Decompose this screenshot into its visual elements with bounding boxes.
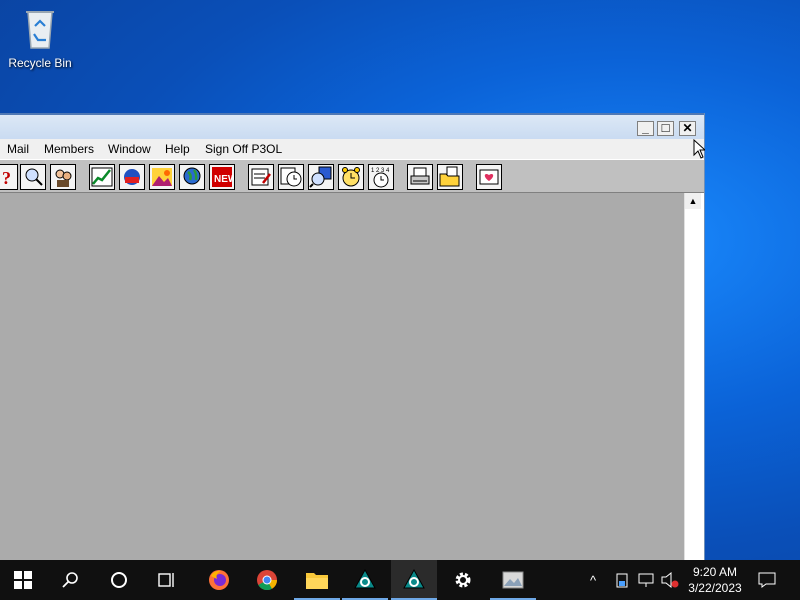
client-area bbox=[0, 193, 684, 560]
taskbar: ^ 9:20 AM 3/22/2023 bbox=[0, 560, 800, 600]
people-search-icon[interactable] bbox=[308, 164, 334, 190]
maximize-button[interactable]: □ bbox=[657, 121, 674, 136]
scroll-up-icon[interactable]: ▲ bbox=[685, 193, 701, 209]
menu-sign-off[interactable]: Sign Off P3OL bbox=[205, 142, 282, 156]
cortana-icon[interactable] bbox=[96, 560, 142, 600]
search-icon[interactable] bbox=[48, 560, 94, 600]
file-explorer-icon[interactable] bbox=[294, 560, 340, 600]
schedule-icon[interactable] bbox=[278, 164, 304, 190]
member-directory-icon[interactable] bbox=[50, 164, 76, 190]
volume-muted-icon[interactable] bbox=[660, 560, 680, 600]
title-bar[interactable]: _ □ ✕ bbox=[0, 113, 704, 141]
toolbar: ? NEW 1 2 3 4 bbox=[0, 159, 704, 193]
stock-chart-icon[interactable] bbox=[89, 164, 115, 190]
aol-icon[interactable] bbox=[342, 560, 388, 600]
mouse-cursor-icon bbox=[693, 138, 707, 164]
help-icon[interactable]: ? bbox=[0, 164, 18, 190]
recycle-bin-label: Recycle Bin bbox=[8, 56, 72, 70]
menu-bar: Mail Members Window Help Sign Off P3OL bbox=[0, 139, 704, 159]
start-icon[interactable] bbox=[0, 560, 46, 600]
vertical-scrollbar[interactable]: ▲ bbox=[684, 193, 701, 560]
clock-date: 3/22/2023 bbox=[688, 581, 742, 595]
aol-icon[interactable] bbox=[391, 560, 437, 600]
battery-icon[interactable] bbox=[615, 560, 629, 600]
task-view-icon[interactable] bbox=[144, 560, 190, 600]
recycle-bin-icon bbox=[20, 6, 60, 50]
print-icon[interactable] bbox=[407, 164, 433, 190]
stopwatch-icon[interactable]: 1 2 3 4 bbox=[368, 164, 394, 190]
picture-icon[interactable] bbox=[149, 164, 175, 190]
alarm-clock-icon[interactable] bbox=[338, 164, 364, 190]
settings-icon[interactable] bbox=[440, 560, 486, 600]
menu-window[interactable]: Window bbox=[108, 142, 151, 156]
firefox-icon[interactable] bbox=[196, 560, 242, 600]
chrome-icon[interactable] bbox=[244, 560, 290, 600]
network-icon[interactable] bbox=[637, 560, 655, 600]
clock-time: 9:20 AM bbox=[692, 565, 738, 579]
svg-text:NEW: NEW bbox=[214, 174, 234, 185]
find-icon[interactable] bbox=[20, 164, 46, 190]
aol-window: _ □ ✕ Mail Members Window Help Sign Off … bbox=[0, 113, 705, 560]
favorites-icon[interactable] bbox=[476, 164, 502, 190]
system-clock[interactable]: 9:20 AM 3/22/2023 bbox=[684, 564, 746, 596]
menu-mail[interactable]: Mail bbox=[7, 142, 29, 156]
compose-mail-icon[interactable] bbox=[248, 164, 274, 190]
notifications-icon[interactable] bbox=[758, 560, 776, 600]
menu-help[interactable]: Help bbox=[165, 142, 190, 156]
open-folder-icon[interactable] bbox=[437, 164, 463, 190]
photos-icon[interactable] bbox=[490, 560, 536, 600]
menu-members[interactable]: Members bbox=[44, 142, 94, 156]
news-icon[interactable]: NEW bbox=[209, 164, 235, 190]
close-button[interactable]: ✕ bbox=[679, 121, 696, 136]
svg-text:?: ? bbox=[2, 168, 11, 188]
minimize-button[interactable]: _ bbox=[637, 121, 654, 136]
recycle-bin-desktop-icon[interactable]: Recycle Bin bbox=[4, 6, 76, 70]
keyword-icon[interactable] bbox=[119, 164, 145, 190]
globe-icon[interactable] bbox=[179, 164, 205, 190]
tray-chevron[interactable]: ^ bbox=[590, 560, 596, 600]
